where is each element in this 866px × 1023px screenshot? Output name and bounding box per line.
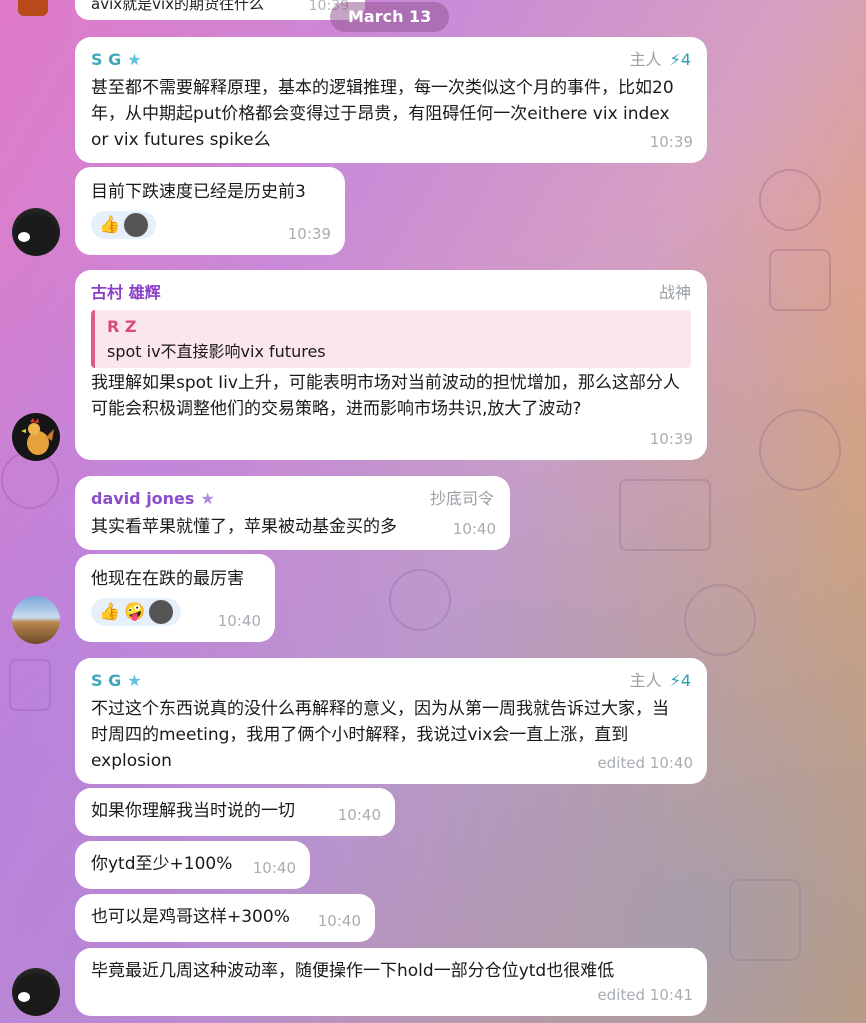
message-time: 10:39 bbox=[649, 133, 693, 151]
role-label: 主人 bbox=[629, 50, 662, 69]
avatar[interactable] bbox=[12, 968, 60, 1016]
avatar[interactable] bbox=[12, 596, 60, 644]
star-icon: ★ bbox=[127, 50, 142, 69]
message-text: 如果你理解我当时说的一切 bbox=[91, 801, 295, 821]
role-label: 主人 bbox=[629, 671, 662, 690]
avatar[interactable] bbox=[18, 0, 48, 16]
grin-face-icon: 🤪 bbox=[124, 602, 146, 622]
sender-name[interactable]: 古村 雄辉 bbox=[91, 280, 161, 306]
message-time: 10:40 bbox=[337, 806, 381, 824]
message-time: 10:40 bbox=[452, 520, 496, 538]
message-bubble: 目前下跌速度已经是历史前3 👍 10:39 bbox=[75, 167, 345, 255]
message-text: avix就是vix的期货往什么 bbox=[91, 0, 265, 13]
message-bubble: 也可以是鸡哥这样+300% 10:40 bbox=[75, 894, 375, 942]
message-bubble: S G ★ 主人 ⚡4 不过这个东西说真的没什么再解释的意义，因为从第一周我就告诉过… bbox=[75, 658, 707, 784]
avatar bbox=[149, 600, 174, 624]
thumbs-up-icon: 👍 bbox=[99, 602, 121, 622]
message-time: 10:40 bbox=[217, 612, 261, 630]
message-time: 10:39 bbox=[649, 430, 693, 448]
message-text: 目前下跌速度已经是历史前3 bbox=[91, 182, 306, 202]
member-role: 战神 bbox=[658, 283, 691, 302]
member-role: 主人 ⚡4 bbox=[630, 668, 691, 694]
quote-text: spot iv不直接影响vix futures bbox=[107, 342, 326, 361]
message-time: 10:40 bbox=[317, 912, 361, 930]
reaction-group[interactable]: 👍 🤪 bbox=[91, 598, 182, 626]
reaction-thumbs-up[interactable]: 👍 bbox=[91, 211, 157, 239]
message-text: 毕竟最近几周这种波动率，随便操作一下hold一部分仓位ytd也很难低 bbox=[91, 961, 615, 981]
sender-name[interactable]: david jones bbox=[91, 486, 194, 512]
avatar[interactable] bbox=[12, 208, 60, 256]
message-bubble: 毕竟最近几周这种波动率，随便操作一下hold一部分仓位ytd也很难低 edite… bbox=[75, 948, 707, 1016]
level-count: 4 bbox=[680, 50, 691, 69]
member-role: 主人 ⚡4 bbox=[630, 47, 691, 73]
message-bubble: S G ★ 主人 ⚡4 甚至都不需要解释原理，基本的逻辑推理，每一次类似这个月的事件… bbox=[75, 37, 707, 163]
message-bubble: 他现在在跌的最厉害 👍 🤪 10:40 bbox=[75, 554, 275, 642]
message-text: 我理解如果spot Iiv上升，可能表明市场对当前波动的担忧增加，那么这部分人可… bbox=[91, 373, 680, 419]
date-separator: March 13 bbox=[330, 2, 450, 32]
message-text: 其实看苹果就懂了，苹果被动基金买的多 bbox=[91, 517, 397, 537]
message-time: 10:39 bbox=[287, 225, 331, 243]
message-text: 甚至都不需要解释原理，基本的逻辑推理，每一次类似这个月的事件，比如20年，从中期… bbox=[91, 78, 674, 150]
sender-name[interactable]: S G bbox=[91, 47, 121, 73]
sender-name[interactable]: S G bbox=[91, 668, 121, 694]
level-count: 4 bbox=[680, 671, 691, 690]
message-bubble: 你ytd至少+100% 10:40 bbox=[75, 841, 310, 889]
thumbs-up-icon: 👍 bbox=[99, 215, 121, 235]
message-time: 10:40 bbox=[252, 859, 296, 877]
message-time: edited 10:40 bbox=[597, 754, 693, 772]
message-bubble: 如果你理解我当时说的一切 10:40 bbox=[75, 788, 395, 836]
avatar[interactable] bbox=[12, 413, 60, 461]
level-badge: ⚡4 bbox=[669, 671, 691, 690]
message-bubble: avix就是vix的期货往什么 10:39 bbox=[75, 0, 365, 20]
message-bubble: 古村 雄辉 战神 R Z spot iv不直接影响vix futures 我理解… bbox=[75, 270, 707, 460]
quote-sender: R Z bbox=[107, 317, 137, 336]
message-time: edited 10:41 bbox=[597, 986, 693, 1004]
message-text: 他现在在跌的最厉害 bbox=[91, 569, 244, 589]
message-bubble: david jones ★ 抄底司令 其实看苹果就懂了，苹果被动基金买的多 10:… bbox=[75, 476, 510, 550]
star-icon: ★ bbox=[127, 671, 142, 690]
reply-quote[interactable]: R Z spot iv不直接影响vix futures bbox=[91, 310, 691, 368]
rooster-icon bbox=[21, 418, 54, 455]
level-badge: ⚡4 bbox=[669, 50, 691, 69]
avatar bbox=[124, 213, 149, 237]
star-icon: ★ bbox=[200, 489, 215, 508]
member-role: 抄底司令 bbox=[429, 489, 494, 508]
